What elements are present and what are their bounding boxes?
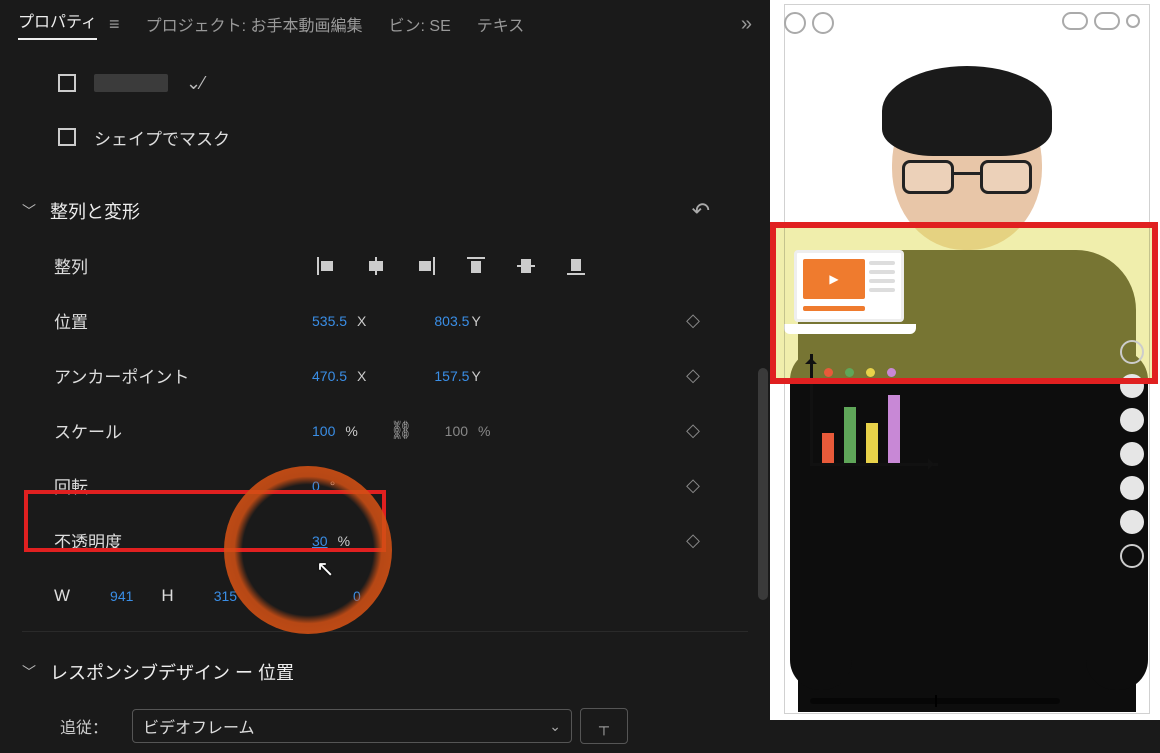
- mask-icon: [58, 128, 76, 146]
- scale-unit-2: %: [478, 423, 490, 439]
- section-transform-header[interactable]: ﹀ 整列と変形 ↶: [22, 184, 748, 238]
- align-left-icon[interactable]: [316, 256, 336, 276]
- opacity-row: 不透明度 30% ◇: [22, 513, 748, 568]
- scale-label: スケール: [22, 418, 312, 443]
- tabs-overflow-icon[interactable]: »: [741, 13, 752, 36]
- scale-row: スケール 100% ⛓ 100% ◇: [22, 403, 748, 458]
- rotation-value[interactable]: 0: [312, 478, 320, 494]
- align-bottom-icon[interactable]: [566, 256, 586, 276]
- keyframe-icon[interactable]: ◇: [686, 530, 700, 551]
- keyframe-icon[interactable]: ◇: [686, 365, 700, 386]
- position-row: 位置 535.5 X 803.5Y ◇: [22, 293, 748, 348]
- anchor-label: アンカーポイント: [22, 363, 312, 388]
- extra-value[interactable]: 0: [353, 588, 361, 604]
- layer-row: ⌄⁄: [22, 56, 748, 110]
- tab-project[interactable]: プロジェクト: お手本動画編集: [146, 12, 363, 36]
- position-x-value[interactable]: 535.5: [312, 313, 347, 329]
- position-x-unit: X: [357, 313, 366, 329]
- scale-y-value[interactable]: 100: [445, 423, 468, 439]
- shape-mask-row[interactable]: シェイプでマスク: [22, 110, 748, 164]
- scrollbar[interactable]: [758, 368, 768, 600]
- position-label: 位置: [22, 308, 312, 333]
- keyframe-icon[interactable]: ◇: [686, 475, 700, 496]
- section-transform-title: 整列と変形: [50, 198, 140, 224]
- section-responsive-title: レスポンシブデザイン ー 位置: [50, 659, 294, 685]
- tab-text[interactable]: テキス: [477, 12, 525, 36]
- tab-bin[interactable]: ビン: SE: [388, 12, 450, 36]
- size-row: W 941 H 315 0: [22, 568, 748, 623]
- overlay-dots-tr: [1062, 12, 1140, 30]
- rotation-row: 回転 0 ° ◇: [22, 458, 748, 513]
- program-monitor: ▶: [770, 0, 1160, 720]
- keyframe-icon[interactable]: ◇: [686, 310, 700, 331]
- align-center-v-icon[interactable]: [516, 256, 536, 276]
- keyframe-icon[interactable]: ◇: [686, 420, 700, 441]
- chevron-down-icon: ﹀: [22, 201, 38, 221]
- pin-tool-button[interactable]: ┬: [580, 708, 628, 744]
- panel-menu-icon[interactable]: ≡: [109, 14, 120, 35]
- align-icons: [316, 256, 586, 276]
- anchor-y-value[interactable]: 157.5: [434, 368, 469, 384]
- anchor-row: アンカーポイント 470.5 X 157.5Y ◇: [22, 348, 748, 403]
- align-right-icon[interactable]: [416, 256, 436, 276]
- opacity-value[interactable]: 30: [312, 533, 328, 549]
- scale-unit: %: [345, 423, 357, 439]
- position-y-value[interactable]: 803.5: [434, 313, 469, 329]
- layer-icon: [58, 74, 76, 92]
- align-label: 整列: [22, 253, 312, 278]
- reset-icon[interactable]: ↶: [692, 198, 710, 224]
- shape-mask-label: シェイプでマスク: [94, 125, 230, 150]
- align-center-h-icon[interactable]: [366, 256, 386, 276]
- overlay-dots-tl: [784, 12, 834, 34]
- width-value[interactable]: 941: [110, 588, 133, 604]
- chevron-down-icon: ﹀: [22, 662, 38, 682]
- section-responsive-header[interactable]: ﹀ レスポンシブデザイン ー 位置: [22, 645, 748, 699]
- position-y-unit: Y: [471, 313, 480, 329]
- follow-row: 追従： ビデオフレーム ⌄ ┬: [22, 699, 748, 753]
- height-value[interactable]: 315: [214, 588, 237, 604]
- tab-bar: プロパティ ≡ プロジェクト: お手本動画編集 ビン: SE テキス »: [0, 0, 770, 48]
- anchor-x-value[interactable]: 470.5: [312, 368, 347, 384]
- properties-panel: プロパティ ≡ プロジェクト: お手本動画編集 ビン: SE テキス » ⌄⁄ …: [0, 0, 770, 720]
- layer-toggle-icon[interactable]: ⌄⁄: [186, 73, 204, 94]
- chevron-down-icon: ⌄: [549, 718, 561, 735]
- link-icon[interactable]: ⛓: [390, 420, 413, 441]
- tab-properties[interactable]: プロパティ: [18, 8, 97, 40]
- opacity-unit: %: [338, 533, 350, 549]
- timeline-scrub[interactable]: [810, 698, 1060, 704]
- follow-select-value: ビデオフレーム: [143, 714, 255, 738]
- layer-name-field[interactable]: [94, 74, 168, 92]
- anchor-y-unit: Y: [471, 368, 480, 384]
- height-label: H: [161, 586, 173, 606]
- scale-x-value[interactable]: 100: [312, 423, 335, 439]
- rotation-label: 回転: [22, 473, 312, 498]
- follow-label: 追従：: [60, 714, 108, 738]
- width-label: W: [54, 586, 70, 606]
- opacity-label: 不透明度: [22, 528, 312, 553]
- rotation-unit: °: [330, 478, 336, 494]
- align-row: 整列: [22, 238, 748, 293]
- safe-margin: [784, 4, 1150, 714]
- overlay-side-dots: [1120, 340, 1144, 568]
- align-top-icon[interactable]: [466, 256, 486, 276]
- anchor-x-unit: X: [357, 368, 366, 384]
- follow-select[interactable]: ビデオフレーム ⌄: [132, 709, 572, 743]
